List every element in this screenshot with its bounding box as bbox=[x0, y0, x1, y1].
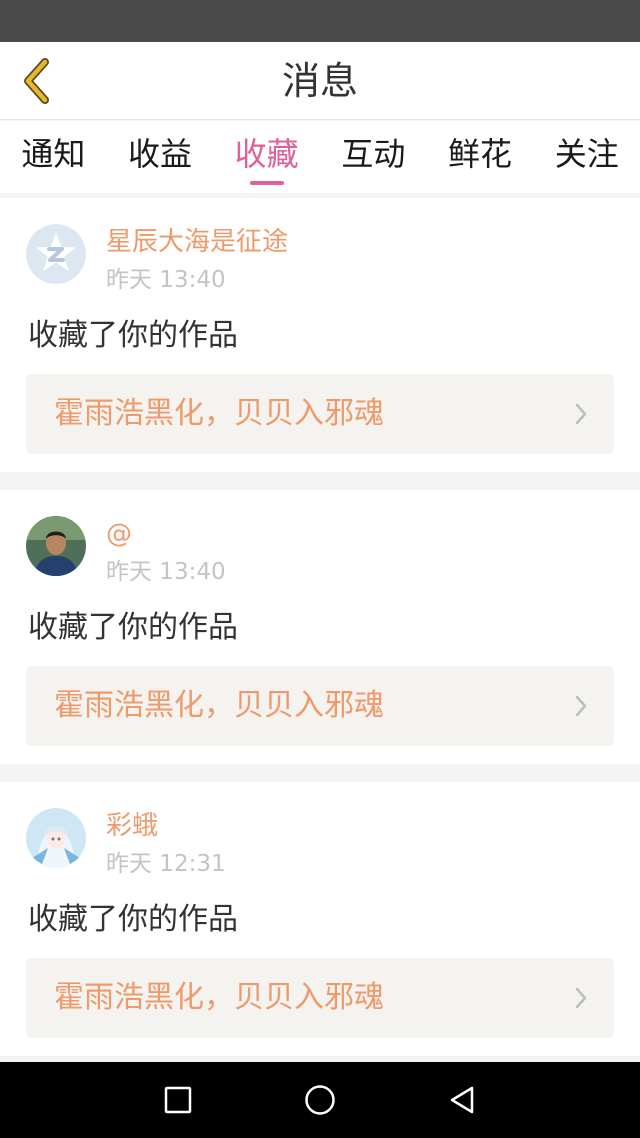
recent-apps-button[interactable] bbox=[158, 1080, 198, 1120]
work-link[interactable]: 霍雨浩黑化，贝贝入邪魂 bbox=[26, 666, 614, 746]
status-bar bbox=[0, 0, 640, 42]
action-text: 收藏了你的作品 bbox=[28, 318, 238, 353]
message-feed: 星辰大海是征途 昨天 13:40 收藏了你的作品 霍雨浩黑化，贝贝入邪魂 @ 昨… bbox=[0, 198, 640, 1062]
timestamp: 昨天 13:40 bbox=[106, 559, 226, 585]
chevron-right-icon bbox=[575, 403, 587, 425]
work-title: 霍雨浩黑化，贝贝入邪魂 bbox=[54, 396, 384, 431]
action-text: 收藏了你的作品 bbox=[28, 902, 238, 937]
tab-interactions[interactable]: 互动 bbox=[320, 121, 427, 193]
user-photo-avatar-icon[interactable] bbox=[26, 516, 86, 576]
back-arrow-icon bbox=[24, 58, 49, 104]
triangle-back-icon bbox=[450, 1086, 474, 1114]
home-button[interactable] bbox=[300, 1080, 340, 1120]
message-card: @ 昨天 13:40 收藏了你的作品 霍雨浩黑化，贝贝入邪魂 bbox=[0, 490, 640, 764]
default-star-avatar-icon[interactable] bbox=[26, 224, 86, 284]
system-nav-bar bbox=[0, 1062, 640, 1138]
app-header: 消息 bbox=[0, 42, 640, 120]
anime-avatar-icon[interactable] bbox=[26, 808, 86, 868]
timestamp: 昨天 12:31 bbox=[106, 851, 226, 877]
work-link[interactable]: 霍雨浩黑化，贝贝入邪魂 bbox=[26, 958, 614, 1038]
work-title: 霍雨浩黑化，贝贝入邪魂 bbox=[54, 688, 384, 723]
tab-follows[interactable]: 关注 bbox=[533, 121, 640, 193]
tab-bar: 通知 收益 收藏 互动 鲜花 关注 bbox=[0, 121, 640, 193]
circle-icon bbox=[305, 1085, 335, 1115]
work-title: 霍雨浩黑化，贝贝入邪魂 bbox=[54, 980, 384, 1015]
square-icon bbox=[164, 1086, 192, 1114]
back-button[interactable] bbox=[14, 56, 58, 106]
back-nav-button[interactable] bbox=[442, 1080, 482, 1120]
chevron-right-icon bbox=[575, 695, 587, 717]
username[interactable]: 彩蛾 bbox=[106, 810, 158, 842]
timestamp: 昨天 13:40 bbox=[106, 267, 226, 293]
tab-favorites[interactable]: 收藏 bbox=[213, 121, 320, 193]
username[interactable]: 星辰大海是征途 bbox=[106, 226, 288, 258]
message-card: 彩蛾 昨天 12:31 收藏了你的作品 霍雨浩黑化，贝贝入邪魂 bbox=[0, 782, 640, 1056]
tab-notifications[interactable]: 通知 bbox=[0, 121, 107, 193]
page-title: 消息 bbox=[281, 59, 358, 103]
message-card: 星辰大海是征途 昨天 13:40 收藏了你的作品 霍雨浩黑化，贝贝入邪魂 bbox=[0, 198, 640, 472]
action-text: 收藏了你的作品 bbox=[28, 610, 238, 645]
tab-earnings[interactable]: 收益 bbox=[107, 121, 214, 193]
username[interactable]: @ bbox=[106, 518, 132, 550]
chevron-right-icon bbox=[575, 987, 587, 1009]
tab-flowers[interactable]: 鲜花 bbox=[427, 121, 534, 193]
work-link[interactable]: 霍雨浩黑化，贝贝入邪魂 bbox=[26, 374, 614, 454]
